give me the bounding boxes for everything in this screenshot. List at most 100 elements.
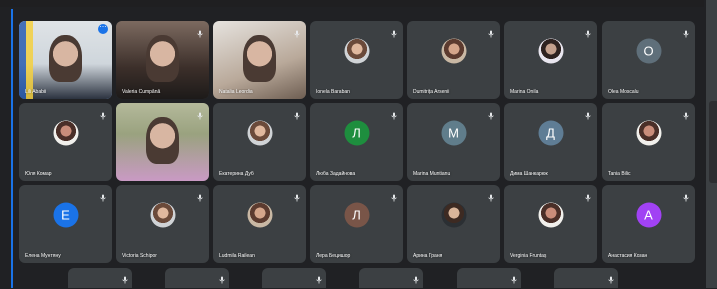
- participant-tile[interactable]: E Елена Мунтяну: [19, 185, 112, 263]
- participant-name: Дима Шанкарюк: [510, 171, 548, 177]
- microphone-icon: [682, 25, 690, 38]
- participant-tile[interactable]: M Marina Muntianu: [407, 103, 500, 181]
- microphone-icon: [390, 107, 398, 120]
- avatar-initial: A: [636, 202, 661, 228]
- participant-name: Ludmila Railean: [219, 253, 255, 259]
- participant-name: Marina Onila: [510, 89, 539, 95]
- microphone-icon: [607, 271, 614, 284]
- participant-name: Victoria Schipor: [122, 253, 157, 259]
- microphone-icon: [196, 189, 204, 202]
- microphone-icon: [487, 107, 495, 120]
- avatar-initial: Д: [538, 120, 563, 146]
- participant-figure: [145, 35, 180, 82]
- microphone-icon: [196, 107, 204, 120]
- participant-tile[interactable]: Verginia Fruntaș: [504, 185, 597, 263]
- participant-tile[interactable]: Natalia Leordia: [213, 21, 306, 99]
- participant-tile[interactable]: Л Люба Задайнова: [310, 103, 403, 181]
- participant-tile[interactable]: Marina Onila: [504, 21, 597, 99]
- participant-name: Valeria Cumpănă: [122, 89, 161, 95]
- participant-name: Natalia Leordia: [219, 89, 253, 95]
- participant-tile[interactable]: [116, 103, 209, 181]
- participant-tile[interactable]: Dumitrița Arsenii: [407, 21, 500, 99]
- microphone-icon: [99, 189, 107, 202]
- participant-name: Olea Moscalu: [608, 89, 639, 95]
- more-options-icon[interactable]: ⋯: [98, 24, 108, 34]
- participant-figure: [242, 35, 277, 82]
- microphone-icon: [121, 271, 128, 284]
- participant-name: Юля Комар: [25, 171, 52, 177]
- participant-tile[interactable]: Victoria Schipor: [116, 185, 209, 263]
- participant-tile[interactable]: ⋯ Lili Ababii: [19, 21, 112, 99]
- avatar-photo: [150, 202, 175, 228]
- microphone-icon: [315, 271, 322, 284]
- participant-tile[interactable]: O Olea Moscalu: [602, 21, 695, 99]
- avatar-initial: Л: [344, 202, 369, 228]
- participant-tile-partial[interactable]: [262, 268, 326, 288]
- participant-name: Анастасия Козан: [608, 253, 648, 259]
- microphone-icon: [196, 25, 204, 38]
- microphone-icon: [218, 271, 225, 284]
- avatar-initial: Л: [344, 120, 369, 146]
- participant-name: Ionela Baraban: [316, 89, 350, 95]
- avatar-initial: E: [53, 202, 78, 228]
- avatar-photo: [538, 38, 563, 64]
- participant-name: Verginia Fruntaș: [510, 253, 547, 259]
- participant-tile-partial[interactable]: [359, 268, 423, 288]
- participant-tile-partial[interactable]: [68, 268, 132, 288]
- participant-name: Marina Muntianu: [413, 171, 451, 177]
- microphone-icon: [682, 189, 690, 202]
- participant-name: Lili Ababii: [25, 89, 47, 95]
- participant-tile[interactable]: Ludmila Railean: [213, 185, 306, 263]
- participant-tile-partial[interactable]: [165, 268, 229, 288]
- participant-name: Екатерина Дуб: [219, 171, 254, 177]
- avatar-photo: [538, 202, 563, 228]
- participant-tile[interactable]: Юля Комар: [19, 103, 112, 181]
- avatar-initial: O: [636, 38, 661, 64]
- participant-tile[interactable]: Ionela Baraban: [310, 21, 403, 99]
- participant-tile[interactable]: Л Лера Бецишор: [310, 185, 403, 263]
- microphone-icon: [584, 107, 592, 120]
- microphone-icon: [487, 25, 495, 38]
- participant-name: Dumitrița Arsenii: [413, 89, 450, 95]
- participant-tile[interactable]: Tania Bilic: [602, 103, 695, 181]
- participant-tile[interactable]: Екатерина Дуб: [213, 103, 306, 181]
- avatar-photo: [53, 120, 78, 146]
- adjacent-tile: [709, 101, 717, 183]
- microphone-icon: [390, 25, 398, 38]
- avatar-photo: [441, 38, 466, 64]
- participant-figure: [145, 117, 180, 164]
- microphone-icon: [412, 271, 419, 284]
- microphone-icon: [682, 107, 690, 120]
- microphone-icon: [293, 25, 301, 38]
- participant-video: [19, 21, 112, 99]
- microphone-icon: [99, 107, 107, 120]
- participant-name: Люба Задайнова: [316, 171, 356, 177]
- microphone-icon: [584, 25, 592, 38]
- participant-name: Лера Бецишор: [316, 253, 351, 259]
- participant-figure: [48, 35, 83, 82]
- participant-tile[interactable]: A Анастасия Козан: [602, 185, 695, 263]
- microphone-icon: [510, 271, 517, 284]
- participant-name: Елена Мунтяну: [25, 253, 61, 259]
- participant-grid: ⋯ Lili Ababii Valeria Cumpănă Natalia Leord…: [0, 0, 717, 288]
- avatar-photo: [344, 38, 369, 64]
- flag-decoration: [19, 21, 33, 99]
- participant-name: Арина Граня: [413, 253, 443, 259]
- participant-tile[interactable]: Д Дима Шанкарюк: [504, 103, 597, 181]
- meeting-window: ⋯ Lili Ababii Valeria Cumpănă Natalia Leord…: [0, 0, 717, 288]
- microphone-icon: [584, 189, 592, 202]
- participant-tile[interactable]: Арина Граня: [407, 185, 500, 263]
- participant-name: Tania Bilic: [608, 171, 631, 177]
- avatar-photo: [441, 202, 466, 228]
- avatar-photo: [247, 202, 272, 228]
- microphone-icon: [487, 189, 495, 202]
- participant-tile[interactable]: Valeria Cumpănă: [116, 21, 209, 99]
- microphone-icon: [293, 189, 301, 202]
- participant-tile-partial[interactable]: [554, 268, 618, 288]
- avatar-photo: [636, 120, 661, 146]
- microphone-icon: [293, 107, 301, 120]
- microphone-icon: [390, 189, 398, 202]
- avatar-photo: [247, 120, 272, 146]
- participant-tile-partial[interactable]: [457, 268, 521, 288]
- avatar-initial: M: [441, 120, 466, 146]
